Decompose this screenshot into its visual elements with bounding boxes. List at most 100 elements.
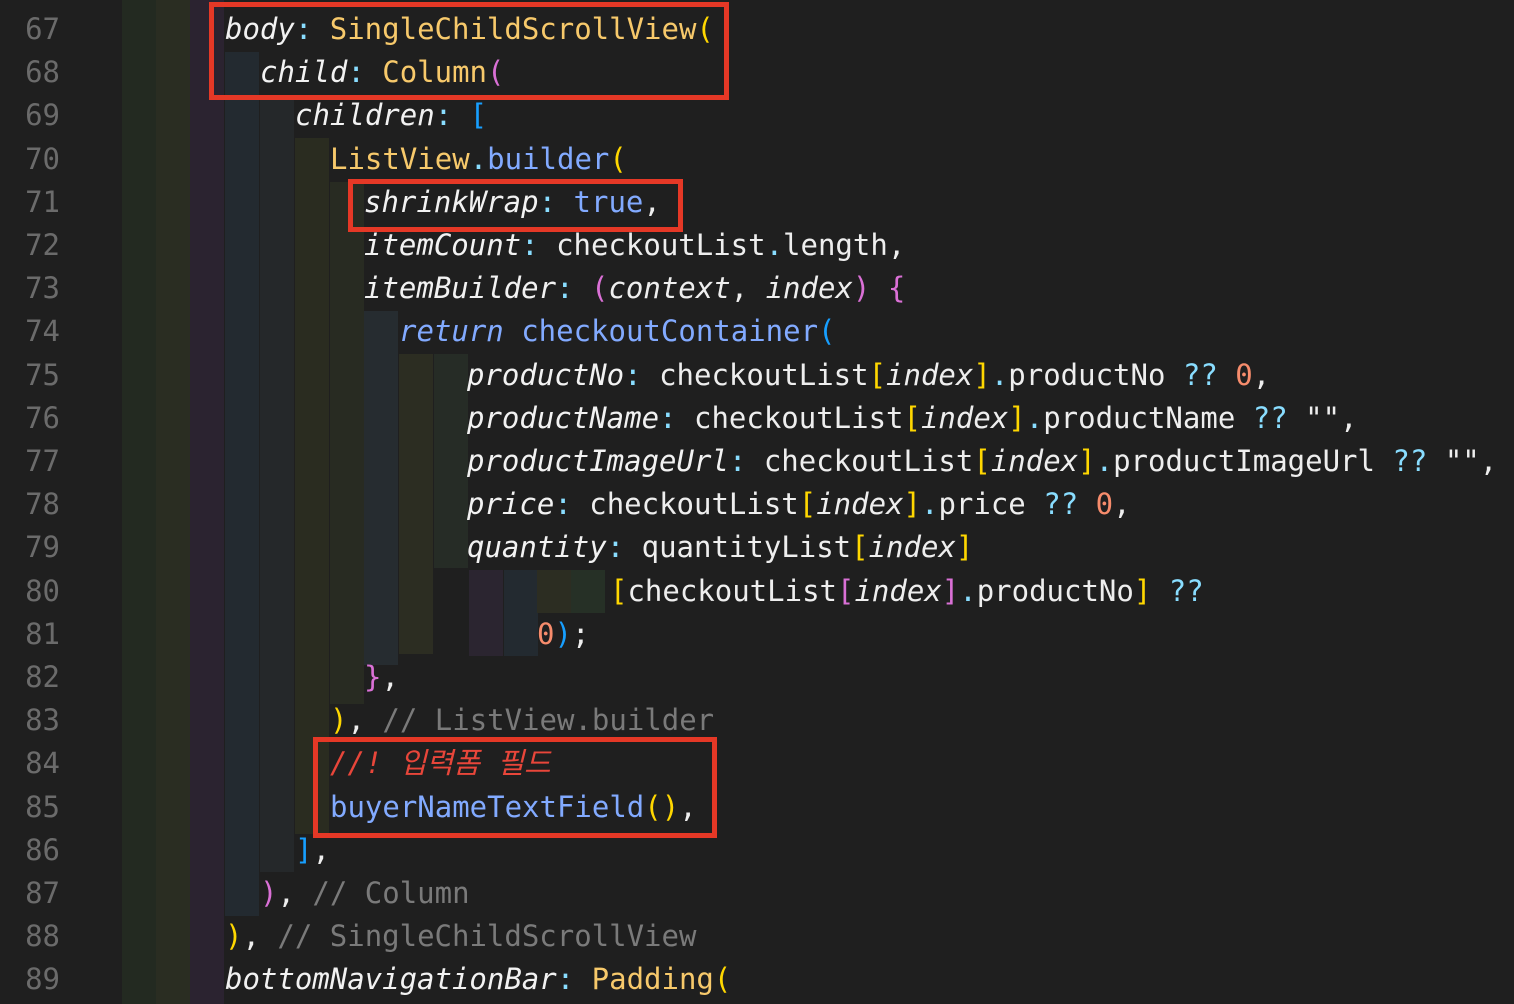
code-line[interactable]: 87), // Column xyxy=(0,872,1514,915)
code-line[interactable]: 80 [checkoutList[index].productNo] ?? xyxy=(0,570,1514,613)
code-text: return checkoutContainer( xyxy=(399,310,836,353)
code-token: ] xyxy=(903,487,921,522)
code-token: ] xyxy=(955,530,974,565)
line-number: 85 xyxy=(25,789,60,824)
code-line[interactable]: 86], xyxy=(0,829,1514,872)
code-token: ) xyxy=(554,616,572,651)
code-token: [ xyxy=(610,573,628,608)
code-token: [ xyxy=(469,98,488,133)
code-token: , xyxy=(1252,357,1271,392)
code-token: [ xyxy=(798,487,817,522)
code-token: // ListView.builder xyxy=(382,703,715,738)
code-token: // SingleChildScrollView xyxy=(277,919,697,954)
line-number: 82 xyxy=(25,660,60,694)
code-line[interactable]: 89 bottomNavigationBar: Padding( xyxy=(0,958,1514,1001)
code-line[interactable]: 78 price: checkoutList[index].price ?? 0, xyxy=(0,483,1514,526)
code-token: , xyxy=(887,228,906,262)
code-token: . xyxy=(921,487,939,522)
code-token: checkoutList xyxy=(556,228,766,262)
code-token: quantityList xyxy=(641,530,852,565)
code-token: ] xyxy=(1008,400,1026,435)
code-line[interactable]: 69 children: [ xyxy=(0,94,1514,137)
code-line[interactable]: 79 quantity: quantityList[index] xyxy=(0,526,1514,569)
code-token: , xyxy=(242,919,278,954)
code-line[interactable]: 82}, xyxy=(0,656,1514,699)
code-token: ( xyxy=(590,271,609,306)
code-token: , xyxy=(1113,487,1131,522)
code-token: ?? xyxy=(1252,400,1306,435)
code-token: } xyxy=(364,660,382,694)
code-line[interactable]: 71 shrinkWrap: true, xyxy=(0,181,1514,224)
code-token: : xyxy=(521,228,557,262)
code-token: productNo xyxy=(1008,357,1183,392)
code-token: : xyxy=(554,487,590,522)
code-line[interactable]: 72 itemCount: checkoutList.length, xyxy=(0,224,1514,267)
code-token: [ xyxy=(868,357,887,392)
code-editor[interactable]: 67 body: SingleChildScrollView(68 child: C… xyxy=(0,0,1514,1004)
code-token: ?? xyxy=(1043,487,1096,522)
code-token: index xyxy=(920,400,1009,435)
code-token: index xyxy=(816,487,904,522)
code-token: index xyxy=(868,530,956,565)
code-token: ] xyxy=(941,573,960,608)
code-line[interactable]: 70 ListView.builder( xyxy=(0,138,1514,181)
code-line[interactable]: 73 itemBuilder: (context, index) { xyxy=(0,267,1514,310)
code-text: [checkoutList[index].productNo] ?? xyxy=(610,570,1204,613)
code-line[interactable]: 81 0); xyxy=(0,613,1514,656)
line-number: 87 xyxy=(25,876,60,910)
code-token: . xyxy=(765,228,784,262)
code-token: "" xyxy=(1305,400,1341,435)
code-token: checkoutList xyxy=(659,357,869,392)
code-token: ] xyxy=(1078,444,1096,478)
code-token: ) xyxy=(330,703,348,738)
code-text: quantity: quantityList[index] xyxy=(467,526,973,569)
code-line[interactable]: 84//! 입력폼 필드 xyxy=(0,742,1514,785)
code-token: . xyxy=(1025,400,1044,435)
line-number: 71 xyxy=(25,184,60,219)
line-number: 88 xyxy=(25,919,60,954)
code-token: index xyxy=(990,444,1079,478)
highlight-box-textfield xyxy=(313,737,717,838)
code-token: length xyxy=(783,228,888,262)
code-token: 0 xyxy=(1095,487,1114,522)
code-text: productName: checkoutList[index].product… xyxy=(467,397,1358,440)
code-token: { xyxy=(887,271,906,306)
highlight-box-body xyxy=(209,2,729,100)
code-token: checkoutList xyxy=(693,400,904,435)
code-text: bottomNavigationBar: Padding( xyxy=(225,958,731,1001)
line-number: 69 xyxy=(25,98,60,133)
code-line[interactable]: 76 productName: checkoutList[index].produ… xyxy=(0,397,1514,440)
line-number: 86 xyxy=(25,832,60,867)
code-text: itemBuilder: (context, index) { xyxy=(364,267,905,310)
code-line[interactable]: 83), // ListView.builder xyxy=(0,699,1514,742)
code-text: ), // SingleChildScrollView xyxy=(225,915,696,958)
highlight-box-shrinkwrap xyxy=(348,179,683,232)
code-token: ( xyxy=(713,962,732,997)
code-token: ) xyxy=(260,876,278,910)
code-text: price: checkoutList[index].price ?? 0, xyxy=(467,483,1131,526)
code-token: price xyxy=(467,487,555,522)
code-token: : xyxy=(606,530,642,565)
code-line[interactable]: 75 productNo: checkoutList[index].product… xyxy=(0,354,1514,397)
line-number: 80 xyxy=(25,573,60,608)
code-token: ) xyxy=(225,919,243,954)
code-text: ), // ListView.builder xyxy=(330,699,714,742)
code-line[interactable]: 88), // SingleChildScrollView xyxy=(0,915,1514,958)
code-line[interactable]: 74 return checkoutContainer( xyxy=(0,310,1514,353)
code-token: [ xyxy=(903,400,921,435)
code-text: ListView.builder( xyxy=(330,138,627,181)
code-token: , xyxy=(277,876,313,910)
code-token: itemCount xyxy=(364,228,522,262)
code-token: 0 xyxy=(537,616,555,651)
code-token: productName xyxy=(1043,400,1253,435)
code-token: productImageUrl xyxy=(467,444,729,478)
code-token: . xyxy=(990,357,1009,392)
line-number: 81 xyxy=(25,616,60,651)
code-token: index xyxy=(854,573,942,608)
code-line[interactable]: 77 productImageUrl: checkoutList[index].p… xyxy=(0,440,1514,483)
line-number: 78 xyxy=(25,487,60,522)
code-line[interactable]: 85 buyerNameTextField(), xyxy=(0,786,1514,829)
code-token: productNo xyxy=(467,357,625,392)
code-token: [ xyxy=(836,573,855,608)
code-token: ( xyxy=(609,141,627,176)
